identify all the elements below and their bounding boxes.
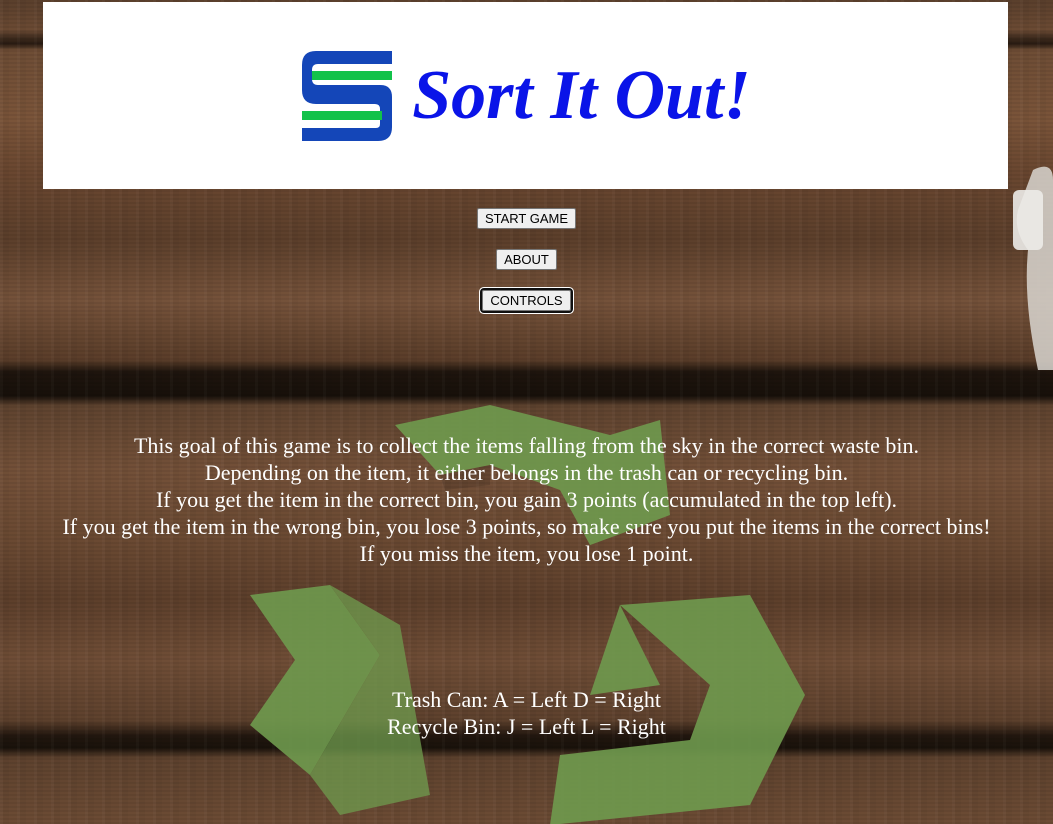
game-title: Sort It Out! <box>412 56 751 134</box>
logo-banner: Sort It Out! <box>43 2 1008 189</box>
description-line: If you get the item in the wrong bin, yo… <box>62 514 991 539</box>
description-line: If you get the item in the correct bin, … <box>155 487 898 512</box>
start-game-button[interactable]: START GAME <box>476 208 577 229</box>
about-button[interactable]: ABOUT <box>496 249 557 270</box>
trash-can-controls: Trash Can: A = Left D = Right <box>391 687 662 712</box>
description-line: Depending on the item, it either belongs… <box>204 460 849 485</box>
description-line: If you miss the item, you lose 1 point. <box>359 541 694 566</box>
main-menu: START GAME ABOUT CONTROLS <box>0 208 1053 331</box>
description-line: This goal of this game is to collect the… <box>133 433 920 458</box>
game-description: This goal of this game is to collect the… <box>0 432 1053 567</box>
recycle-bin-controls: Recycle Bin: J = Left L = Right <box>387 714 666 739</box>
controls-button[interactable]: CONTROLS <box>480 288 573 313</box>
controls-info: Trash Can: A = Left D = Right Recycle Bi… <box>0 686 1053 740</box>
sort-logo-icon <box>302 50 393 141</box>
